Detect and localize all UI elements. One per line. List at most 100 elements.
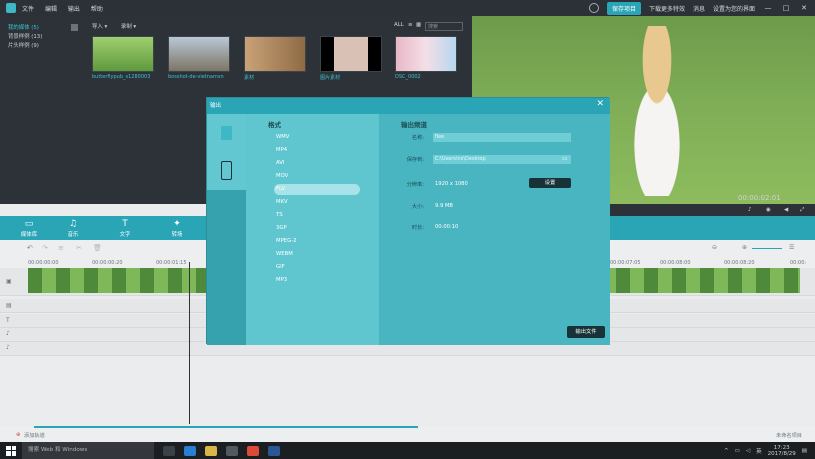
tab-transitions[interactable]: ✦ 转场 [162, 219, 192, 239]
add-track-icon[interactable]: ⊕ [16, 432, 20, 438]
menu-edit[interactable]: 编辑 [45, 6, 57, 13]
menu-help[interactable]: 帮助 [91, 6, 103, 13]
taskbar-search[interactable]: 搜索 Web 和 Windows [22, 442, 154, 459]
playhead[interactable] [189, 262, 190, 424]
overlay-track-icon: ▤ [6, 302, 12, 309]
media-thumb-3[interactable] [244, 36, 306, 72]
redo-icon[interactable]: ↷ [42, 244, 48, 252]
zoom-slider[interactable] [752, 248, 782, 249]
zoom-out-icon[interactable]: ⊖ [712, 244, 717, 251]
media-thumb-2[interactable] [168, 36, 230, 72]
grid-view-icon[interactable]: ▦ [416, 22, 421, 28]
formats-heading: 格式 [268, 121, 281, 129]
format-mov[interactable]: MOV [274, 171, 360, 182]
undo-icon[interactable]: ↶ [27, 244, 33, 252]
explorer-icon[interactable] [205, 445, 217, 456]
delete-icon[interactable]: 🗑 [93, 244, 102, 252]
user-avatar-icon[interactable] [588, 3, 599, 13]
format-wmv[interactable]: WMV [274, 132, 360, 143]
media-label-2: bosshot-de-vietnamsn [168, 74, 224, 80]
save-path-input[interactable]: C:\Users\ns\Desktop [433, 155, 571, 164]
settings-button[interactable]: 设置 [529, 178, 571, 188]
ime-indicator[interactable]: 英 [756, 447, 762, 455]
close-window-icon[interactable]: ✕ [799, 4, 809, 12]
menu-file[interactable]: 文件 [22, 6, 34, 13]
chrome-icon[interactable] [247, 445, 259, 456]
clock[interactable]: 17:23 2017/8/29 [768, 445, 796, 457]
tab-music[interactable]: ♫ 音乐 [58, 219, 88, 239]
mic-icon[interactable]: ♪ [748, 207, 752, 213]
download-effects-link[interactable]: 下载更多特效 [649, 4, 685, 13]
menu-export[interactable]: 输出 [68, 6, 80, 13]
split-icon[interactable]: ≡ [58, 244, 64, 252]
music-track-icon-2: ♪ [6, 344, 10, 351]
cut-icon[interactable]: ✂ [76, 244, 82, 252]
browse-folder-icon[interactable]: ▭ [562, 155, 568, 162]
tray-up-icon[interactable]: ^ [724, 448, 729, 454]
save-project-button[interactable]: 保存项目 [606, 1, 641, 15]
preview-time: 00:00:02:01 [738, 194, 781, 202]
format-3gp[interactable]: 3GP [274, 223, 360, 234]
messages-link[interactable]: 消息 [693, 4, 705, 13]
media-thumb-4[interactable] [320, 36, 382, 72]
duration-value: 00:00:10 [435, 224, 459, 230]
local-export-tab[interactable] [207, 114, 246, 152]
export-details-panel: 输出频道 名称: flee 保存到: C:\Users\ns\Desktop ▭… [379, 114, 610, 345]
timeline-menu-icon[interactable]: ☰ [789, 244, 794, 251]
windows-start-icon[interactable] [6, 445, 16, 456]
minimize-icon[interactable]: — [763, 4, 773, 12]
format-flv[interactable]: FLV [274, 184, 360, 195]
search-input[interactable]: 搜索 [425, 22, 463, 31]
ruler-tick-5: 00:00:08:00 [660, 260, 691, 266]
fullscreen-icon[interactable]: ⤢ [800, 207, 804, 214]
import-button[interactable]: 导入 ▾ [92, 24, 107, 30]
edge-icon[interactable] [184, 445, 196, 456]
sidebar-item-backgrounds[interactable]: 背景样例 (13) [8, 33, 84, 42]
timeline-scrollbar[interactable] [34, 426, 418, 428]
media-thumb-5[interactable] [395, 36, 457, 72]
format-ts[interactable]: TS [274, 210, 360, 221]
collapse-icon[interactable] [71, 24, 78, 31]
media-thumb-1[interactable] [92, 36, 154, 72]
task-view-icon[interactable] [163, 445, 175, 456]
project-name: 未命名项目 [776, 433, 802, 439]
format-mp3[interactable]: MP3 [274, 275, 360, 286]
format-webm[interactable]: WEBM [274, 249, 360, 260]
resolution-label: 分辨率: [406, 182, 424, 188]
ruler-tick-4: 00:00:07:05 [610, 260, 641, 266]
media-label-5: DSC_0002 [395, 74, 421, 80]
notification-icon[interactable]: ▤ [802, 448, 807, 454]
record-button[interactable]: 录制 ▾ [121, 24, 136, 30]
volume-icon[interactable]: ◀ [784, 207, 788, 213]
store-icon[interactable] [226, 445, 238, 456]
export-button[interactable]: 输出文件 [567, 326, 605, 338]
device-sidebar [207, 114, 246, 345]
zoom-in-icon[interactable]: ⊕ [742, 244, 747, 251]
format-mkv[interactable]: MKV [274, 197, 360, 208]
size-label: 大小: [411, 204, 424, 210]
clock-date: 2017/8/29 [767, 450, 796, 457]
filter-all[interactable]: ALL [394, 22, 404, 28]
add-track-label[interactable]: 添加轨道 [24, 432, 45, 439]
sidebar-item-intros[interactable]: 片头样例 (9) [8, 42, 84, 51]
ruler-tick-2: 00:00:00:20 [92, 260, 123, 266]
name-input[interactable]: flee [433, 133, 571, 142]
dialog-close-icon[interactable]: ✕ [596, 99, 604, 109]
format-avi[interactable]: AVI [274, 158, 360, 169]
tab-text[interactable]: T 文字 [110, 219, 140, 239]
word-icon[interactable] [268, 445, 280, 456]
ruler-tick-3: 00:00:01:15 [156, 260, 187, 266]
maximize-icon[interactable]: □ [781, 4, 791, 12]
snapshot-icon[interactable]: ◉ [766, 207, 771, 213]
tab-media[interactable]: ▭ 媒体库 [14, 219, 44, 239]
video-track-icon: ▣ [6, 278, 12, 285]
format-mp4[interactable]: MP4 [274, 145, 360, 156]
tray-volume-icon[interactable]: ◁ [746, 448, 750, 454]
save-to-label: 保存到: [406, 157, 424, 163]
device-export-tab[interactable] [207, 152, 246, 190]
list-view-icon[interactable]: ≡ [408, 22, 413, 28]
format-mpeg2[interactable]: MPEG-2 [274, 236, 360, 247]
format-gif[interactable]: GIF [274, 262, 360, 273]
settings-link[interactable]: 设置为您的界面 [713, 4, 755, 13]
tray-network-icon[interactable]: ▭ [735, 448, 740, 454]
